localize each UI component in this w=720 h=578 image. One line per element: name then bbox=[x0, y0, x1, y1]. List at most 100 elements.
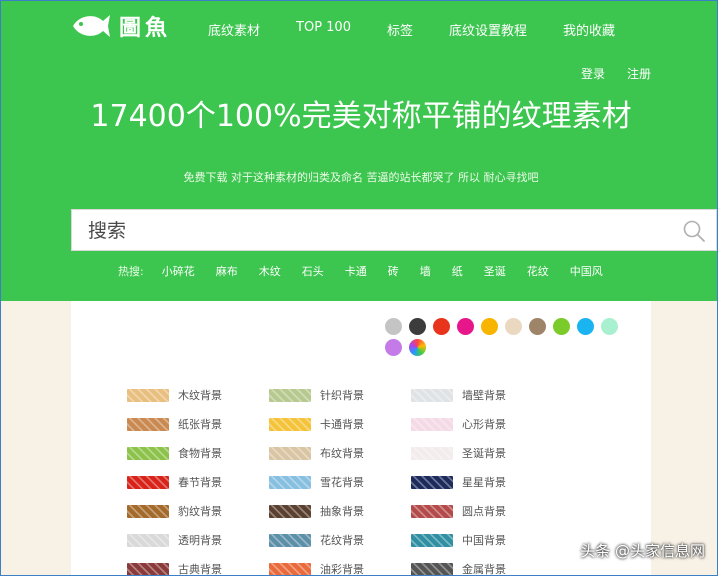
category-thumbnail bbox=[127, 533, 169, 547]
color-filter-swatch[interactable] bbox=[529, 318, 546, 335]
category-item[interactable]: 春节背景 bbox=[127, 471, 269, 493]
category-label: 豹纹背景 bbox=[178, 505, 222, 518]
category-thumbnail bbox=[127, 504, 169, 518]
category-thumbnail bbox=[127, 562, 169, 575]
category-item[interactable]: 星星背景 bbox=[411, 471, 553, 493]
color-filter-swatch[interactable] bbox=[409, 318, 426, 335]
category-thumbnail bbox=[411, 562, 453, 575]
main-nav: 底纹素材 TOP 100 标签 底纹设置教程 我的收藏 bbox=[208, 20, 651, 39]
category-label: 雪花背景 bbox=[320, 476, 364, 489]
search-box bbox=[71, 209, 717, 252]
search-input[interactable] bbox=[86, 210, 670, 252]
category-item[interactable]: 古典背景 bbox=[127, 558, 269, 576]
color-filter-swatch[interactable] bbox=[505, 318, 522, 335]
category-item[interactable]: 圣诞背景 bbox=[411, 442, 553, 464]
color-filter-swatch[interactable] bbox=[385, 318, 402, 335]
category-thumbnail bbox=[411, 388, 453, 402]
page-subtitle: 免费下载 对于这种素材的归类及命名 苦逼的站长都哭了 所以 耐心寻找吧 bbox=[183, 171, 539, 184]
page-frame: 圖魚 底纹素材 TOP 100 标签 底纹设置教程 我的收藏 登录 注册 174… bbox=[0, 0, 718, 576]
hot-searches-label: 热搜: bbox=[118, 265, 144, 278]
category-label: 春节背景 bbox=[178, 476, 222, 489]
category-item[interactable]: 心形背景 bbox=[411, 413, 553, 435]
category-thumbnail bbox=[269, 533, 311, 547]
category-thumbnail bbox=[269, 446, 311, 460]
category-label: 纸张背景 bbox=[178, 418, 222, 431]
color-filter-swatch[interactable] bbox=[601, 318, 618, 335]
nav-favorites[interactable]: 我的收藏 bbox=[563, 20, 615, 39]
color-filter-swatch[interactable] bbox=[385, 339, 402, 356]
category-label: 花纹背景 bbox=[320, 534, 364, 547]
color-filter-swatch[interactable] bbox=[553, 318, 570, 335]
hot-tag[interactable]: 木纹 bbox=[259, 263, 281, 279]
category-thumbnail bbox=[411, 475, 453, 489]
nav-texture-materials[interactable]: 底纹素材 bbox=[208, 20, 260, 39]
category-item[interactable]: 中国背景 bbox=[411, 529, 553, 551]
auth-links: 登录 注册 bbox=[581, 65, 651, 82]
color-filter-swatch[interactable] bbox=[433, 318, 450, 335]
category-panel: 木纹背景 针织背景 墙壁背景纸张背景 卡通背景 心形背景食物背景 布纹背景 圣诞背景春节背景… bbox=[71, 301, 651, 576]
hot-tag[interactable]: 中国风 bbox=[570, 263, 603, 279]
color-filter-swatch[interactable] bbox=[409, 339, 426, 356]
category-item[interactable]: 油彩背景 bbox=[269, 558, 411, 575]
hot-tag[interactable]: 墙 bbox=[420, 263, 431, 279]
logo-text: 圖魚 bbox=[119, 16, 172, 41]
register-link[interactable]: 注册 bbox=[627, 65, 651, 82]
category-thumbnail bbox=[269, 504, 311, 518]
category-thumbnail bbox=[127, 388, 169, 402]
category-thumbnail bbox=[269, 388, 311, 402]
category-label: 卡通背景 bbox=[320, 418, 364, 431]
category-thumbnail bbox=[411, 417, 453, 431]
hot-tag[interactable]: 卡通 bbox=[345, 263, 367, 279]
hot-tag[interactable]: 砖 bbox=[388, 263, 399, 279]
nav-tags[interactable]: 标签 bbox=[387, 20, 413, 39]
hot-tag[interactable]: 麻布 bbox=[216, 263, 238, 279]
category-label: 食物背景 bbox=[178, 447, 222, 460]
hot-tag[interactable]: 花纹 bbox=[527, 263, 549, 279]
category-thumbnail bbox=[269, 562, 311, 575]
color-filter-swatch[interactable] bbox=[577, 318, 594, 335]
hot-tag[interactable]: 纸 bbox=[452, 263, 463, 279]
category-thumbnail bbox=[127, 475, 169, 489]
category-item[interactable]: 卡通背景 bbox=[269, 413, 411, 435]
category-item[interactable]: 豹纹背景 bbox=[127, 500, 269, 522]
category-grid: 木纹背景 针织背景 墙壁背景纸张背景 卡通背景 心形背景食物背景 布纹背景 圣诞背景春节背景… bbox=[127, 384, 553, 576]
category-item[interactable]: 雪花背景 bbox=[269, 471, 411, 493]
hot-tag[interactable]: 小碎花 bbox=[162, 263, 195, 279]
category-item[interactable]: 花纹背景 bbox=[269, 529, 411, 551]
category-item[interactable]: 金属背景 bbox=[411, 558, 553, 576]
color-filter-swatch[interactable] bbox=[481, 318, 498, 335]
hot-tag[interactable]: 石头 bbox=[302, 263, 324, 279]
hero-banner: 圖魚 底纹素材 TOP 100 标签 底纹设置教程 我的收藏 登录 注册 174… bbox=[1, 1, 717, 301]
category-item[interactable]: 圆点背景 bbox=[411, 500, 553, 522]
category-thumbnail bbox=[269, 417, 311, 431]
category-item[interactable]: 墙壁背景 bbox=[411, 384, 553, 406]
site-logo[interactable]: 圖魚 bbox=[71, 11, 171, 41]
category-item[interactable]: 透明背景 bbox=[127, 529, 269, 551]
category-label: 针织背景 bbox=[320, 389, 364, 402]
category-label: 心形背景 bbox=[462, 418, 506, 431]
category-thumbnail bbox=[127, 417, 169, 431]
category-item[interactable]: 食物背景 bbox=[127, 442, 269, 464]
category-label: 古典背景 bbox=[178, 563, 222, 576]
nav-top-100[interactable]: TOP 100 bbox=[296, 20, 351, 39]
category-item[interactable]: 针织背景 bbox=[269, 384, 411, 406]
category-thumbnail bbox=[411, 504, 453, 518]
hot-searches: 热搜: 小碎花 麻布 木纹 石头 卡通 砖 墙 纸 圣诞 花纹 中国风 bbox=[118, 263, 624, 279]
category-thumbnail bbox=[127, 446, 169, 460]
category-item[interactable]: 布纹背景 bbox=[269, 442, 411, 464]
fish-icon bbox=[73, 15, 110, 37]
category-item[interactable]: 纸张背景 bbox=[127, 413, 269, 435]
category-label: 墙壁背景 bbox=[462, 389, 506, 402]
nav-tutorial[interactable]: 底纹设置教程 bbox=[449, 20, 527, 39]
search-icon[interactable] bbox=[682, 219, 706, 243]
color-filter-swatch[interactable] bbox=[457, 318, 474, 335]
category-label: 布纹背景 bbox=[320, 447, 364, 460]
login-link[interactable]: 登录 bbox=[581, 65, 605, 82]
category-item[interactable]: 木纹背景 bbox=[127, 384, 269, 406]
page-headline: 17400个100%完美对称平铺的纹理素材 bbox=[90, 99, 632, 134]
hot-tag[interactable]: 圣诞 bbox=[484, 263, 506, 279]
category-thumbnail bbox=[411, 533, 453, 547]
category-item[interactable]: 抽象背景 bbox=[269, 500, 411, 522]
category-label: 圣诞背景 bbox=[462, 447, 506, 460]
category-label: 金属背景 bbox=[462, 563, 506, 576]
